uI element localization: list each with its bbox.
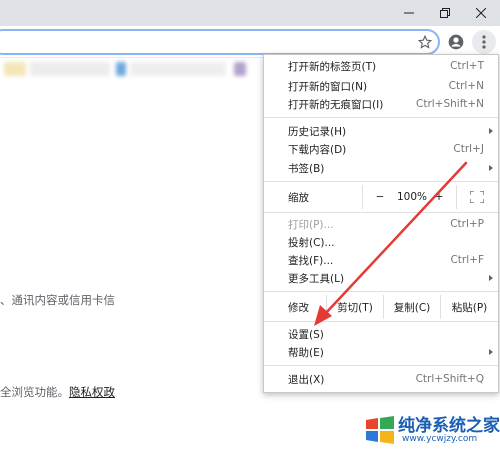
menu-item-label: 打印(P)... (288, 218, 334, 231)
menu-item-history[interactable]: 历史记录(H) (264, 122, 498, 140)
menu-item-shortcut: Ctrl+N (448, 80, 484, 92)
menu-item-bookmarks[interactable]: 书签(B) (264, 159, 498, 177)
menu-item-label: 打开新的窗口(N) (288, 80, 368, 93)
menu-divider (264, 291, 498, 292)
fullscreen-icon (470, 191, 484, 203)
blurred-bookmark[interactable] (116, 62, 126, 76)
cut-button[interactable]: 剪切(T) (327, 295, 383, 319)
menu-item-shortcut: Ctrl+Shift+Q (415, 373, 484, 385)
watermark-url: www.ycwjzy.com (402, 434, 478, 444)
menu-item-shortcut: Ctrl+T (450, 60, 484, 72)
menu-item-label: 打开新的标签页(T) (288, 60, 377, 73)
menu-item-cast[interactable]: 投射(C)... (264, 233, 498, 251)
edit-label: 修改 (288, 301, 309, 314)
menu-item-label: 设置(S) (288, 328, 324, 341)
three-dots-icon (482, 35, 486, 49)
edit-row: 修改 剪切(T) 复制(C) 粘贴(P) (264, 295, 498, 319)
close-button[interactable] (464, 0, 497, 26)
menu-item-new-window[interactable]: 打开新的窗口(N) Ctrl+N (264, 77, 498, 95)
menu-divider (264, 212, 498, 213)
menu-item-label: 下载内容(D) (288, 143, 347, 156)
privacy-policy-link[interactable]: 隐私权政 (69, 385, 115, 399)
title-bar (0, 0, 500, 26)
submenu-arrow-icon (489, 128, 493, 134)
minimize-button[interactable] (392, 0, 425, 26)
menu-divider (264, 181, 498, 182)
menu-item-help[interactable]: 帮助(E) (264, 343, 498, 361)
zoom-divider (456, 185, 457, 209)
close-icon (475, 8, 486, 18)
menu-divider (264, 365, 498, 366)
menu-item-shortcut: Ctrl+F (450, 254, 484, 266)
menu-item-shortcut: Ctrl+J (453, 143, 484, 155)
address-bar[interactable] (0, 29, 440, 55)
paste-button[interactable]: 粘贴(P) (441, 295, 498, 319)
menu-item-exit[interactable]: 退出(X) Ctrl+Shift+Q (264, 370, 498, 388)
restore-icon (439, 8, 450, 18)
blurred-bookmark[interactable] (234, 62, 246, 76)
menu-item-label: 书签(B) (288, 162, 325, 175)
menu-item-print[interactable]: 打印(P)... Ctrl+P (264, 215, 498, 233)
zoom-row: 缩放 − 100% + (264, 185, 498, 209)
menu-item-settings[interactable]: 设置(S) (264, 325, 498, 343)
menu-item-label: 帮助(E) (288, 346, 324, 359)
blurred-bookmark[interactable] (130, 62, 226, 76)
star-icon (418, 35, 432, 49)
zoom-divider (362, 185, 363, 209)
restore-button[interactable] (428, 0, 461, 26)
zoom-in-button[interactable]: + (430, 185, 448, 209)
bookmark-star-button[interactable] (415, 32, 435, 52)
profile-icon (448, 34, 464, 50)
blurred-bookmark[interactable] (4, 62, 26, 76)
copy-button[interactable]: 复制(C) (384, 295, 440, 319)
menu-item-label: 查找(F)... (288, 254, 334, 267)
menu-item-more-tools[interactable]: 更多工具(L) (264, 269, 498, 287)
menu-item-new-tab[interactable]: 打开新的标签页(T) Ctrl+T (264, 57, 498, 75)
menu-item-shortcut: Ctrl+Shift+N (416, 98, 484, 110)
minimize-icon (403, 12, 414, 14)
zoom-out-button[interactable]: − (368, 185, 392, 209)
chrome-main-menu: 打开新的标签页(T) Ctrl+T 打开新的窗口(N) Ctrl+N 打开新的无… (263, 54, 499, 393)
menu-item-downloads[interactable]: 下载内容(D) Ctrl+J (264, 140, 498, 158)
page-text-line: 全浏览功能。隐私权政 (0, 384, 115, 400)
windows-logo-icon (366, 416, 394, 444)
menu-item-label: 历史记录(H) (288, 125, 347, 138)
zoom-label: 缩放 (288, 192, 309, 204)
blurred-bookmark[interactable] (30, 62, 110, 76)
page-text-line: 、通讯内容或信用卡信 (0, 293, 115, 307)
zoom-level: 100% (396, 191, 428, 203)
watermark-title: 纯净系统之家 (398, 416, 500, 436)
submenu-arrow-icon (489, 275, 493, 281)
menu-item-label: 打开新的无痕窗口(I) (288, 98, 384, 111)
submenu-arrow-icon (489, 165, 493, 171)
menu-divider (264, 321, 498, 322)
profile-button[interactable] (446, 32, 466, 52)
watermark: 纯净系统之家 www.ycwjzy.com (362, 410, 500, 451)
menu-item-label: 退出(X) (288, 373, 325, 386)
menu-item-find[interactable]: 查找(F)... Ctrl+F (264, 251, 498, 269)
fullscreen-button[interactable] (462, 185, 492, 209)
menu-item-incognito[interactable]: 打开新的无痕窗口(I) Ctrl+Shift+N (264, 95, 498, 113)
menu-item-label: 更多工具(L) (288, 272, 345, 285)
menu-item-label: 投射(C)... (288, 236, 335, 249)
submenu-arrow-icon (489, 349, 493, 355)
menu-divider (264, 117, 498, 118)
chrome-menu-button[interactable] (472, 30, 496, 54)
page-text-prefix: 全浏览功能。 (0, 385, 69, 399)
menu-item-shortcut: Ctrl+P (450, 218, 484, 230)
